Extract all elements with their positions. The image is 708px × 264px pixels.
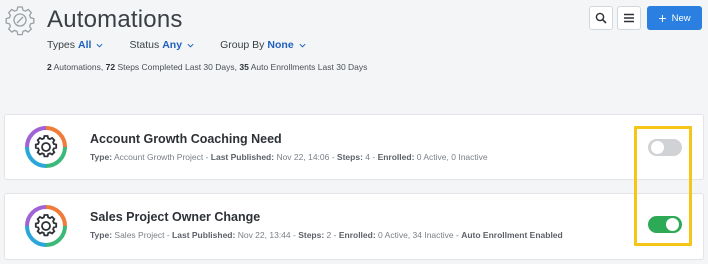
filter-types-value: All <box>78 39 92 51</box>
filter-status[interactable]: Status Any <box>129 39 194 51</box>
automation-name[interactable]: Account Growth Coaching Need <box>90 132 282 146</box>
meta-published-label: Last Published: <box>210 152 275 162</box>
stat-steps-count: 72 <box>105 62 116 72</box>
summary-stats: 2 Automations, 72 Steps Completed Last 3… <box>47 62 367 72</box>
page-title: Automations <box>47 6 183 33</box>
automation-card[interactable]: Account Growth Coaching Need Type: Accou… <box>4 114 704 180</box>
meta-extra: Auto Enrollment Enabled <box>461 230 563 240</box>
meta-enrolled-value: 0 Active, 34 Inactive - <box>375 230 462 240</box>
filter-status-value: Any <box>162 39 183 51</box>
automation-enabled-toggle[interactable] <box>648 216 682 233</box>
chevron-down-icon <box>299 43 306 48</box>
automation-enabled-toggle[interactable] <box>648 139 682 156</box>
automation-gear-icon <box>25 205 67 247</box>
stat-enrollments-count: 35 <box>239 62 249 72</box>
hamburger-menu-icon <box>624 13 634 23</box>
meta-type-value: Account Growth Project - <box>112 152 211 162</box>
stat-enrollments-label: Auto Enrollments Last 30 Days <box>248 62 368 72</box>
automation-card[interactable]: Sales Project Owner Change Type: Sales P… <box>4 193 704 260</box>
stat-automations-label: Automations, <box>51 62 106 72</box>
meta-enrolled-value: 0 Active, 0 Inactive <box>414 152 488 162</box>
meta-steps-value: 2 - <box>324 230 339 240</box>
toggle-knob <box>666 218 679 231</box>
filter-types[interactable]: Types All <box>47 39 103 51</box>
new-automation-button[interactable]: + New <box>647 6 702 30</box>
filter-bar: Types All Status Any Group By None <box>47 39 332 51</box>
settings-gear-icon <box>5 6 35 36</box>
meta-published-value: Nov 22, 14:06 - <box>274 152 337 162</box>
search-button[interactable] <box>589 6 613 30</box>
chevron-down-icon <box>187 43 194 48</box>
automation-name[interactable]: Sales Project Owner Change <box>90 210 260 224</box>
meta-type-value: Sales Project - <box>112 230 173 240</box>
meta-published-value: Nov 22, 13:44 - <box>235 230 299 240</box>
filter-group-by[interactable]: Group By None <box>220 39 306 51</box>
toggle-knob <box>651 141 664 154</box>
meta-type-label: Type: <box>90 230 113 240</box>
meta-steps-value: 4 - <box>362 152 378 162</box>
chevron-down-icon <box>96 43 103 48</box>
meta-enrolled-label: Enrolled: <box>338 230 376 240</box>
search-icon <box>595 12 607 24</box>
filter-group-by-value: None <box>267 39 294 51</box>
plus-icon: + <box>658 10 667 26</box>
stat-steps-label: Steps Completed Last 30 Days, <box>115 62 240 72</box>
automation-meta: Type: Sales Project - Last Published: No… <box>90 230 563 240</box>
meta-enrolled-label: Enrolled: <box>377 152 415 162</box>
automation-gear-icon <box>25 126 67 168</box>
filter-status-label: Status <box>129 39 160 51</box>
filter-types-label: Types <box>47 39 76 51</box>
meta-published-label: Last Published: <box>172 230 236 240</box>
page-header: Automations Types All Status Any Group B… <box>0 0 708 96</box>
filter-group-by-label: Group By <box>220 39 265 51</box>
meta-steps-label: Steps: <box>298 230 325 240</box>
menu-button[interactable] <box>617 6 641 30</box>
meta-type-label: Type: <box>90 152 113 162</box>
meta-steps-label: Steps: <box>336 152 363 162</box>
automation-meta: Type: Account Growth Project - Last Publ… <box>90 152 488 162</box>
new-button-label: New <box>671 12 691 24</box>
